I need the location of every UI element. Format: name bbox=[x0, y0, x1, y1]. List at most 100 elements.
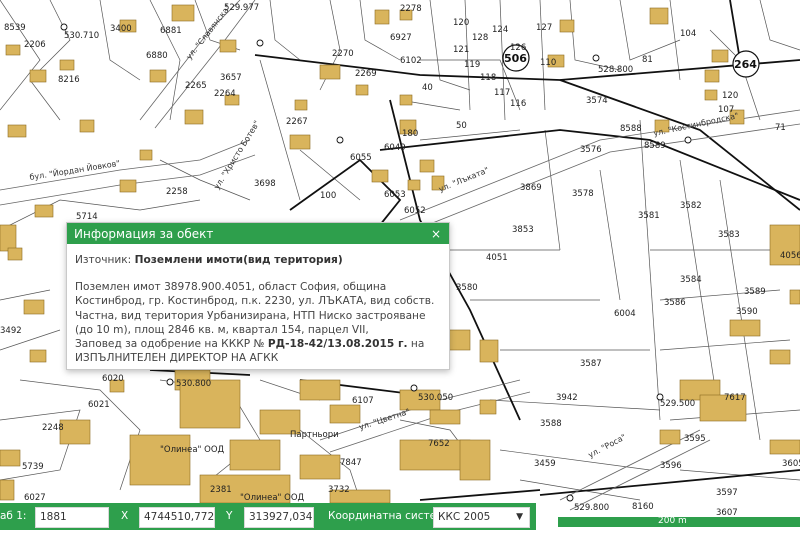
parcel-label: 3400 bbox=[110, 24, 132, 34]
crs-value: ККС 2005 bbox=[438, 511, 491, 523]
point-label: 529.500 bbox=[660, 399, 695, 409]
coordinates-bar: аб 1: 1881 X 4744510,772 Y 313927,034 Ко… bbox=[0, 503, 536, 530]
parcel-label: 128 bbox=[472, 33, 488, 43]
popup-title: Информация за обект bbox=[74, 226, 214, 241]
y-coordinate-field[interactable]: 313927,034 bbox=[244, 507, 314, 528]
parcel-label: 3853 bbox=[512, 225, 534, 235]
crs-select[interactable]: ККС 2005 ▼ bbox=[433, 507, 530, 528]
x-label: X bbox=[121, 510, 129, 522]
parcel-label: 6021 bbox=[88, 400, 110, 410]
parcel-label: 3597 bbox=[716, 488, 738, 498]
parcel-label: 3582 bbox=[680, 201, 702, 211]
parcel-label: 50 bbox=[456, 121, 467, 131]
parcel-label: 120 bbox=[722, 91, 738, 101]
parcel-label: 7847 bbox=[340, 458, 362, 468]
parcel-label: 104 bbox=[680, 29, 696, 39]
parcel-label: 7617 bbox=[724, 393, 746, 403]
parcel-label: 8589 bbox=[644, 141, 666, 151]
parcel-label: 180 bbox=[402, 129, 418, 139]
parcel-label: 6052 bbox=[404, 206, 426, 216]
parcel-label: 8539 bbox=[4, 23, 26, 33]
map-circle-label: 506 bbox=[504, 52, 527, 65]
point-label: 530.710 bbox=[64, 31, 99, 41]
parcel-label: 3657 bbox=[220, 73, 242, 83]
x-coordinate-field[interactable]: 4744510,772 bbox=[139, 507, 215, 528]
order-prefix: Заповед за одобрение на КККР № bbox=[75, 338, 265, 351]
parcel-label: 6049 bbox=[384, 143, 406, 153]
parcel-label: 3586 bbox=[664, 298, 686, 308]
parcel-label: 3605 bbox=[782, 459, 800, 469]
company-label: "Олинеа" ООД bbox=[240, 493, 305, 503]
parcel-label: 3942 bbox=[556, 393, 578, 403]
parcel-label: 6102 bbox=[400, 56, 422, 66]
parcel-label: 6053 bbox=[384, 190, 406, 200]
point-label: 529.800 bbox=[574, 503, 609, 513]
parcel-label: 6927 bbox=[390, 33, 412, 43]
parcel-label: 3578 bbox=[572, 189, 594, 199]
parcel-label: 3596 bbox=[660, 461, 682, 471]
parcel-label: 126 bbox=[510, 43, 526, 53]
parcel-label: 3459 bbox=[534, 459, 556, 469]
company-label: Партньори bbox=[290, 430, 339, 440]
parcel-label: 118 bbox=[480, 73, 496, 83]
map-circle-label: 264 bbox=[734, 58, 757, 71]
scale-input[interactable]: 1881 bbox=[35, 507, 109, 528]
parcel-label: 127 bbox=[536, 23, 552, 33]
parcel-label: 81 bbox=[642, 55, 653, 65]
parcel-label: 100 bbox=[320, 191, 336, 201]
parcel-label: 8216 bbox=[58, 75, 80, 85]
point-label: 530.050 bbox=[418, 393, 453, 403]
parcel-label: 71 bbox=[775, 123, 786, 133]
parcel-label: 3732 bbox=[328, 485, 350, 495]
parcel-label: 3587 bbox=[580, 359, 602, 369]
parcel-label: 6880 bbox=[146, 51, 168, 61]
parcel-label: 3581 bbox=[638, 211, 660, 221]
popup-body: Източник: Поземлени имоти(вид територия)… bbox=[67, 244, 449, 365]
parcel-label: 3574 bbox=[586, 96, 608, 106]
parcel-label: 2248 bbox=[42, 423, 64, 433]
parcel-label: 2278 bbox=[400, 4, 422, 14]
parcel-label: 2206 bbox=[24, 40, 46, 50]
parcel-label: 3869 bbox=[520, 183, 542, 193]
parcel-label: 3580 bbox=[456, 283, 478, 293]
parcel-label: 2264 bbox=[214, 89, 236, 99]
parcel-label: 2381 bbox=[210, 485, 232, 495]
parcel-label: 5739 bbox=[22, 462, 44, 472]
scale-label: аб 1: bbox=[0, 510, 27, 522]
parcel-label: 6004 bbox=[614, 309, 636, 319]
parcel-label: 3590 bbox=[736, 307, 758, 317]
parcel-label: 110 bbox=[540, 58, 556, 68]
parcel-label: 2269 bbox=[355, 69, 377, 79]
parcel-label: 3583 bbox=[718, 230, 740, 240]
popup-header: Информация за обект × bbox=[67, 223, 449, 244]
parcel-label: 3595 bbox=[684, 434, 706, 444]
parcel-label: 121 bbox=[453, 45, 469, 55]
parcel-label: 5714 bbox=[76, 212, 98, 222]
parcel-label: 7652 bbox=[428, 439, 450, 449]
parcel-label: 6020 bbox=[102, 374, 124, 384]
parcel-label: 3576 bbox=[580, 145, 602, 155]
parcel-label: 4051 bbox=[486, 253, 508, 263]
point-label: 528.800 bbox=[598, 65, 633, 75]
scale-bar-label: 200 m bbox=[658, 516, 687, 526]
parcel-label: 3584 bbox=[680, 275, 702, 285]
parcel-label: 40 bbox=[422, 83, 433, 93]
parcel-label: 119 bbox=[464, 60, 480, 70]
source-label: Източник: bbox=[75, 254, 132, 266]
parcel-label: 6055 bbox=[350, 153, 372, 163]
parcel-label: 3589 bbox=[744, 287, 766, 297]
approval-order: Заповед за одобрение на КККР № РД-18-42/… bbox=[75, 337, 441, 365]
chevron-down-icon: ▼ bbox=[516, 512, 523, 522]
parcel-label: 6027 bbox=[24, 493, 46, 503]
close-icon[interactable]: × bbox=[431, 228, 441, 240]
parcel-label: 124 bbox=[492, 25, 508, 35]
object-info-popup: Информация за обект × Източник: Поземлен… bbox=[66, 222, 450, 370]
parcel-label: 8588 bbox=[620, 124, 642, 134]
parcel-description: Поземлен имот 38978.900.4051, област Соф… bbox=[75, 281, 435, 336]
y-label: Y bbox=[226, 510, 233, 522]
parcel-label: 2270 bbox=[332, 49, 354, 59]
parcel-label: 3492 bbox=[0, 326, 22, 336]
popup-source: Източник: Поземлени имоти(вид територия) bbox=[75, 253, 441, 267]
parcel-label: 2258 bbox=[166, 187, 188, 197]
parcel-label: 116 bbox=[510, 99, 526, 109]
